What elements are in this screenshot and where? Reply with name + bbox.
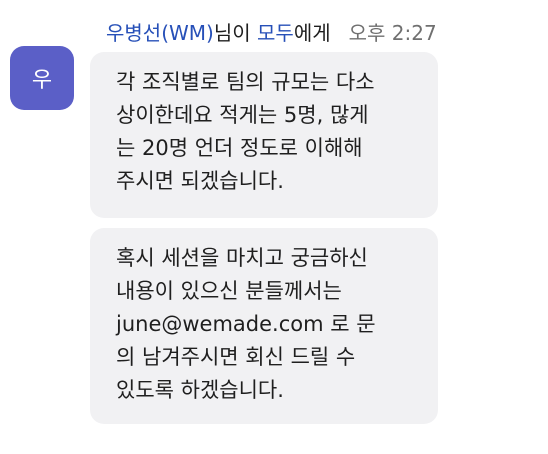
message-line: 주시면 되겠습니다.	[116, 169, 284, 193]
sender-suffix: 님이	[213, 21, 258, 45]
recipient-target[interactable]: 모두	[257, 21, 294, 45]
avatar-initial: 우	[31, 68, 53, 93]
sender-name[interactable]: 우병선(WM)	[106, 21, 214, 45]
message-header: 우병선(WM)님이 모두에게 오후 2:27	[106, 20, 437, 46]
message-bubble[interactable]: 혹시 세션을 마치고 궁금하신 내용이 있으신 분들께서는 june@wemad…	[90, 228, 438, 424]
message-line: 내용이 있으신 분들께서는	[116, 279, 342, 303]
message-line: 있도록 하겠습니다.	[116, 378, 284, 402]
message-line: june@wemade.com 로 문	[116, 312, 376, 336]
message-line: 각 조직별로 팀의 규모는 다소	[116, 70, 375, 94]
message-line: 상이한데요 적게는 5명, 많게	[116, 103, 369, 127]
sender-avatar[interactable]: 우	[10, 46, 74, 110]
recipient-suffix: 에게	[293, 21, 331, 45]
message-timestamp: 오후 2:27	[348, 21, 437, 45]
message-line: 는 20명 언더 정도로 이해해	[116, 136, 363, 160]
message-bubble[interactable]: 각 조직별로 팀의 규모는 다소 상이한데요 적게는 5명, 많게 는 20명 …	[90, 52, 438, 218]
message-line: 혹시 세션을 마치고 궁금하신	[116, 246, 368, 270]
message-line: 의 남겨주시면 회신 드릴 수	[116, 345, 356, 369]
